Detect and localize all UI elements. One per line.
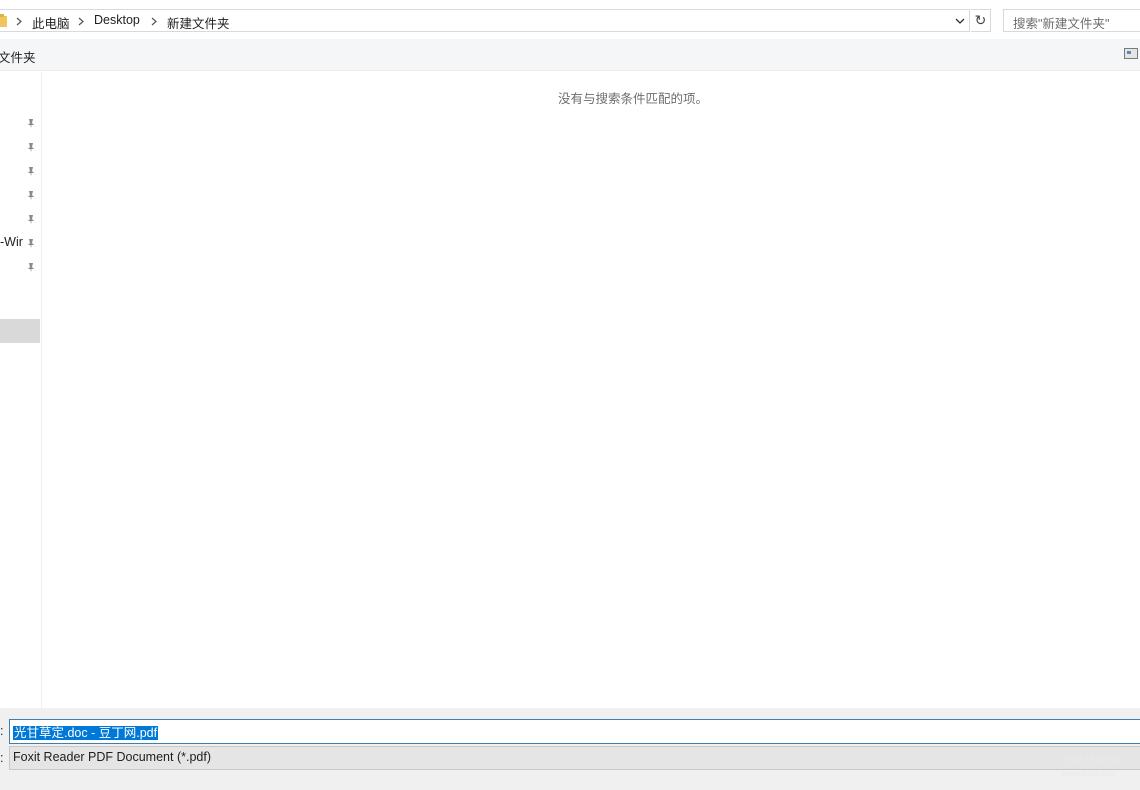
chevron-right-icon bbox=[151, 17, 157, 26]
refresh-icon: ↻ bbox=[974, 12, 987, 28]
filetype-select[interactable]: Foxit Reader PDF Document (*.pdf) bbox=[9, 746, 1140, 770]
filetype-label: : bbox=[0, 751, 4, 765]
chevron-right-icon bbox=[16, 17, 22, 26]
search-input[interactable]: 搜索"新建文件夹" bbox=[1003, 9, 1140, 32]
folder-icon bbox=[0, 14, 7, 27]
save-panel: : 光甘草定.doc - 豆丁网.pdf : Foxit Reader PDF … bbox=[0, 708, 1140, 790]
pin-icon[interactable] bbox=[25, 213, 37, 225]
empty-message: 没有与搜索条件匹配的项。 bbox=[558, 92, 709, 106]
search-placeholder: 搜索"新建文件夹" bbox=[1013, 17, 1110, 31]
pin-icon[interactable] bbox=[25, 165, 37, 177]
pin-icon[interactable] bbox=[25, 117, 37, 129]
pin-icon[interactable] bbox=[25, 141, 37, 153]
address-row: 此电脑 Desktop 新建文件夹 ↻ 搜索"新建文件夹" bbox=[0, 0, 1140, 39]
nav-item-selected[interactable] bbox=[0, 319, 40, 343]
file-list[interactable]: 没有与搜索条件匹配的项。 bbox=[43, 72, 1140, 708]
nav-item-label[interactable]: -Wir bbox=[0, 235, 23, 249]
watermark-sub: www.dnzp.com bbox=[1062, 769, 1116, 778]
filename-value: 光甘草定.doc - 豆丁网.pdf bbox=[13, 726, 159, 740]
refresh-button[interactable]: ↻ bbox=[971, 9, 991, 32]
pin-icon[interactable] bbox=[25, 189, 37, 201]
filetype-value: Foxit Reader PDF Document (*.pdf) bbox=[13, 750, 211, 764]
command-bar: 文件夹 bbox=[0, 39, 1140, 71]
filename-input[interactable]: 光甘草定.doc - 豆丁网.pdf bbox=[9, 719, 1140, 744]
new-folder-button[interactable]: 文件夹 bbox=[0, 47, 36, 66]
filename-label: : bbox=[0, 724, 4, 738]
chevron-down-icon bbox=[955, 18, 965, 24]
pin-icon[interactable] bbox=[25, 237, 37, 249]
view-toggle-icon[interactable] bbox=[1124, 48, 1138, 59]
chevron-right-icon bbox=[78, 17, 84, 26]
breadcrumb-this-pc[interactable]: 此电脑 bbox=[32, 13, 70, 32]
address-bar[interactable]: 此电脑 Desktop 新建文件夹 bbox=[0, 9, 970, 32]
pin-icon[interactable] bbox=[25, 261, 37, 273]
navigation-pane: -Wir bbox=[0, 72, 42, 708]
breadcrumb-new-folder[interactable]: 新建文件夹 bbox=[167, 13, 230, 32]
watermark: 电脑装配网 bbox=[1060, 754, 1121, 768]
breadcrumb-desktop[interactable]: Desktop bbox=[94, 13, 140, 27]
address-history-dropdown[interactable] bbox=[950, 11, 970, 30]
